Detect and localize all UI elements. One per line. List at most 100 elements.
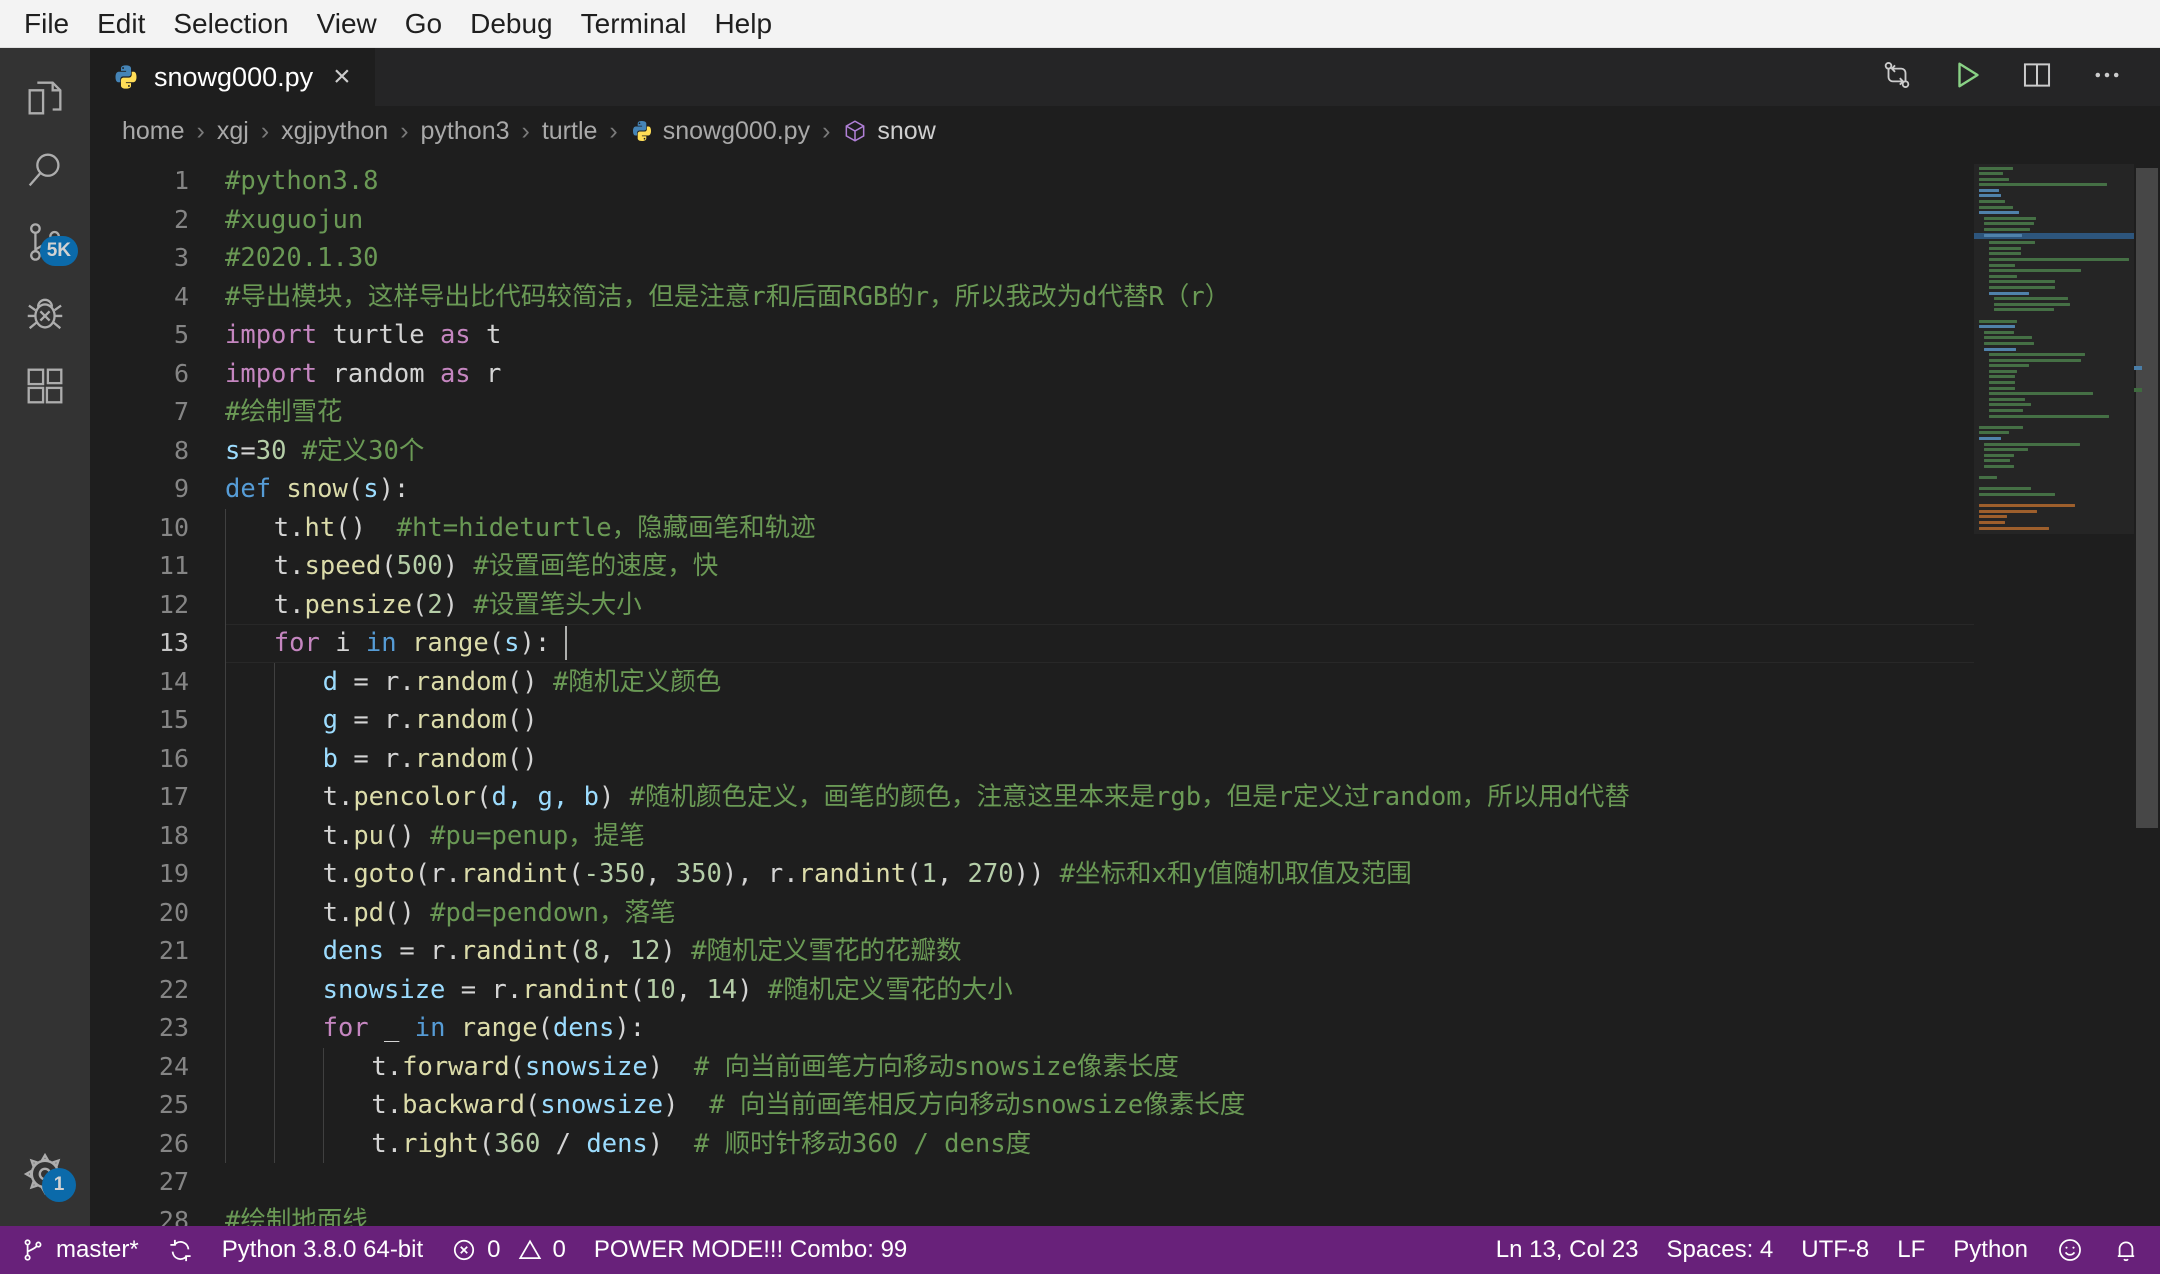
code-line[interactable]: 11 t. speed(500) #设置画笔的速度，快 — [90, 547, 1974, 586]
editor-scrollbar[interactable] — [2134, 156, 2160, 1226]
status-eol[interactable]: LF — [1883, 1226, 1939, 1274]
status-feedback[interactable] — [2042, 1226, 2098, 1274]
status-problems[interactable]: 0 0 — [437, 1226, 580, 1274]
minimap-slider[interactable] — [1974, 164, 2134, 534]
sidebar-item-search[interactable] — [0, 134, 90, 206]
code-line[interactable]: 15 g = r. random() — [90, 701, 1974, 740]
breadcrumb-item-xgjpython[interactable]: xgjpython — [279, 117, 390, 146]
tab-snowg000-py[interactable]: snowg000.py × — [90, 48, 376, 106]
overview-ruler-mark — [2134, 388, 2142, 392]
code-line[interactable]: 21 dens = r. randint(8, 12) #随机定义雪花的花瓣数 — [90, 932, 1974, 971]
code-line[interactable]: 22 snowsize = r. randint(10, 14) #随机定义雪花的大… — [90, 970, 1974, 1010]
close-icon[interactable]: × — [327, 62, 357, 92]
code-line[interactable]: 14 d = r. random() #随机定义颜色 — [90, 662, 1974, 702]
line-text: #xuguojun — [225, 201, 1974, 240]
indent-guide — [225, 1009, 274, 1048]
play-icon — [1949, 57, 1985, 98]
status-cursor-position[interactable]: Ln 13, Col 23 — [1482, 1226, 1653, 1274]
breadcrumb-item-snow[interactable]: snow — [840, 117, 937, 146]
code-line[interactable]: 18 t. pu() #pu=penup，提笔 — [90, 816, 1974, 856]
breadcrumb: home › xgj › xgjpython › python3 › turtle › snowg0… — [90, 106, 2160, 156]
code-token: , — [598, 936, 630, 966]
breadcrumb-item-snowg000-py[interactable]: snowg000.py — [628, 117, 812, 146]
code-token: ( — [509, 1051, 525, 1082]
code-line[interactable]: 13 for i in range(s): — [90, 624, 1974, 663]
split-compare-button[interactable] — [1866, 51, 1928, 103]
code-token: ( — [381, 551, 397, 581]
code-line[interactable]: 8 s = 30 #定义30个 — [90, 432, 1974, 471]
code-line[interactable]: 9 def snow(s): — [90, 470, 1974, 509]
code-line[interactable]: 20 t. pd() #pd=pendown，落笔 — [90, 893, 1974, 933]
menu-item-go[interactable]: Go — [391, 2, 456, 46]
menu-item-edit[interactable]: Edit — [83, 2, 159, 46]
code-lines[interactable]: 1 #python3.8 2 #xuguojun 3 #2020.1.30 4 #导出模块，这… — [90, 156, 1974, 1226]
more-actions-button[interactable] — [2076, 51, 2138, 103]
code-token: = — [353, 666, 385, 697]
indent-guide — [225, 778, 274, 817]
code-token: #绘制雪花 — [225, 397, 343, 427]
menu-item-view[interactable]: View — [303, 2, 391, 46]
code-line[interactable]: 4 #导出模块，这样导出比代码较简洁，但是注意r和后面RGB的r，所以我改为d代替… — [90, 278, 1974, 317]
code-token: as — [439, 358, 471, 389]
status-branch-label: master* — [56, 1236, 139, 1263]
python-file-icon — [112, 63, 140, 91]
menu-item-selection[interactable]: Selection — [159, 2, 302, 46]
sidebar-item-source-control[interactable]: 5K — [0, 206, 90, 278]
line-text: import random as r — [225, 355, 1974, 394]
line-number: 15 — [158, 705, 189, 734]
breadcrumb-item-home[interactable]: home — [120, 117, 187, 146]
menu-item-file[interactable]: File — [10, 2, 83, 46]
code-line[interactable]: 23 for _ in range(dens): — [90, 1009, 1974, 1048]
code-line[interactable]: 2 #xuguojun — [90, 201, 1974, 240]
status-power-mode[interactable]: POWER MODE!!! Combo: 99 — [580, 1226, 921, 1274]
code-line[interactable]: 12 t. pensize(2) #设置笔头大小 — [90, 585, 1974, 625]
sidebar-item-extensions[interactable] — [0, 350, 90, 422]
status-notifications[interactable] — [2098, 1226, 2154, 1274]
code-editor[interactable]: 1 #python3.8 2 #xuguojun 3 #2020.1.30 4 #导出模块，这… — [90, 156, 2160, 1226]
run-python-button[interactable] — [1936, 51, 1998, 103]
status-sync[interactable] — [153, 1226, 208, 1274]
line-text: t. backward(snowsize) # 向当前画笔相反方向移动snowsi… — [225, 1086, 1974, 1125]
code-line[interactable]: 25 t. backward(snowsize) # 向当前画笔相反方向移动snow… — [90, 1086, 1974, 1125]
code-token: t — [322, 859, 338, 889]
code-line[interactable]: 7 #绘制雪花 — [90, 393, 1974, 432]
manage-settings-button[interactable]: 1 — [0, 1138, 90, 1210]
status-branch[interactable]: master* — [6, 1226, 153, 1274]
sidebar-item-explorer[interactable] — [0, 62, 90, 134]
breadcrumb-label: snowg000.py — [662, 116, 811, 145]
scrollbar-thumb[interactable] — [2136, 168, 2158, 828]
split-editor-button[interactable] — [2006, 51, 2068, 103]
menu-item-help[interactable]: Help — [700, 2, 786, 46]
code-token: / — [540, 1128, 587, 1159]
code-line[interactable]: 17 t. pencolor(d, g, b) #随机颜色定义，画笔的颜色，注意这里… — [90, 778, 1974, 817]
line-text: for _ in range(dens): — [225, 1009, 1974, 1048]
status-language-mode[interactable]: Python — [1939, 1226, 2042, 1274]
code-line[interactable]: 10 t. ht() #ht=hideturtle，隐藏画笔和轨迹 — [90, 508, 1974, 548]
status-python-interpreter[interactable]: Python 3.8.0 64-bit — [208, 1226, 437, 1274]
code-line[interactable]: 19 t. goto(r. randint(-350, 350), r. randint… — [90, 855, 1974, 894]
line-text: for i in range(s): — [225, 624, 1974, 663]
code-line[interactable]: 16 b = r. random() — [90, 739, 1974, 779]
menu-item-debug[interactable]: Debug — [456, 2, 567, 46]
menu-item-terminal[interactable]: Terminal — [567, 2, 701, 46]
status-indentation[interactable]: Spaces: 4 — [1653, 1226, 1788, 1274]
code-line[interactable]: 3 #2020.1.30 — [90, 239, 1974, 278]
code-line[interactable]: 24 t. forward(snowsize) # 向当前画笔方向移动snowsiz… — [90, 1047, 1974, 1087]
code-line[interactable]: 1 #python3.8 — [90, 162, 1974, 201]
breadcrumb-item-python3[interactable]: python3 — [419, 117, 512, 146]
minimap[interactable] — [1974, 156, 2134, 1226]
code-line[interactable]: 27 — [90, 1163, 1974, 1202]
line-number: 13 — [158, 628, 189, 657]
code-line[interactable]: 5 import turtle as t — [90, 316, 1974, 355]
code-line[interactable]: 26 t. right(360 / dens) # 顺时针移动360 / dens度 — [90, 1124, 1974, 1164]
status-encoding[interactable]: UTF-8 — [1787, 1226, 1883, 1274]
breadcrumb-item-xgj[interactable]: xgj — [215, 117, 251, 146]
breadcrumb-item-turtle[interactable]: turtle — [540, 117, 600, 146]
code-token: . — [337, 782, 354, 812]
indent-guide — [273, 1047, 323, 1087]
line-text: t. goto(r. randint(-350, 350), r. randint(1… — [225, 855, 1974, 894]
code-line[interactable]: 6 import random as r — [90, 355, 1974, 394]
sidebar-item-debug[interactable] — [0, 278, 90, 350]
indent-guide — [225, 893, 274, 933]
code-line[interactable]: 28 #绘制地面线 — [90, 1202, 1974, 1227]
